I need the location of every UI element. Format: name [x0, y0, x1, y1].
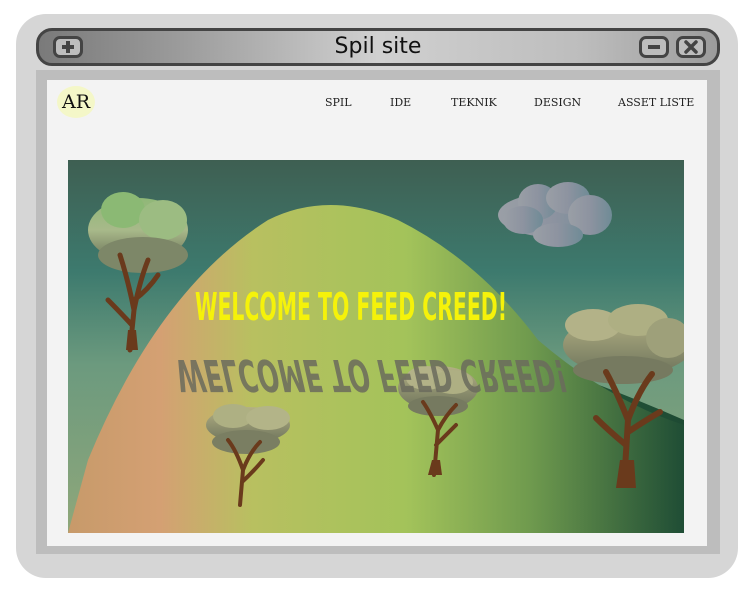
close-button[interactable]: [676, 36, 706, 58]
minimize-button[interactable]: [639, 36, 669, 58]
nav-link-teknik[interactable]: TEKNIK: [451, 96, 497, 109]
site-logo[interactable]: AR: [57, 86, 95, 118]
x-icon: [684, 40, 698, 54]
nav-link-ide[interactable]: IDE: [390, 96, 411, 109]
window-title: Spil site: [334, 34, 422, 59]
nav-link-design[interactable]: DESIGN: [534, 96, 581, 109]
hero-headline: WELCOME TO FEED CREED!: [195, 285, 507, 329]
headline-shadow: WELCOME TO FEED CREED!: [170, 349, 572, 401]
nav-link-spil[interactable]: SPIL: [325, 96, 352, 109]
minus-icon: [648, 45, 660, 49]
hero-banner: WELCOME TO FEED CREED! WELCOME TO FEED C…: [68, 160, 684, 533]
nav-link-asset-liste[interactable]: ASSET LISTE: [618, 96, 694, 109]
svg-text:WELCOME TO FEED CREED!: WELCOME TO FEED CREED!: [170, 349, 572, 401]
window-titlebar[interactable]: Spil site: [36, 28, 720, 66]
